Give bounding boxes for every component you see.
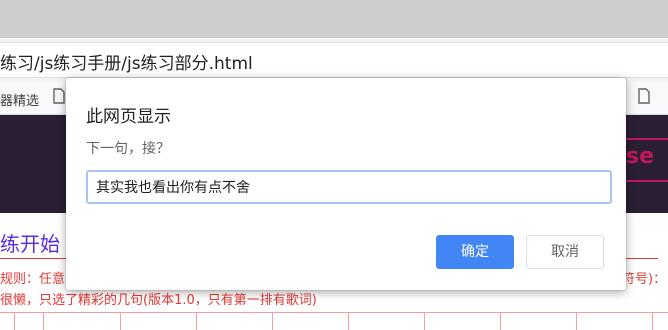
rule-text-line-2: 很懒，只选了精彩的几句(版本1.0，只有第一排有歌词) [0,293,317,308]
page-heading: 练开始 [0,232,60,256]
browser-tab-strip [0,0,668,38]
dialog-title: 此网页显示 [86,107,171,127]
lyrics-grid-cell [196,312,197,330]
page-icon[interactable] [53,88,65,104]
cancel-button[interactable]: 取消 [526,235,604,269]
page-badge-text: se [626,144,655,169]
prompt-input[interactable] [86,170,612,204]
dialog-message: 下一句，接？ [86,141,170,157]
address-bar[interactable]: 练习/js练习手册/js练习部分.html [0,42,668,78]
rule-text-line-1-end: 符号)： [622,272,667,287]
lyrics-grid-cell [576,312,577,330]
rule-text-line-1: 规则：任意 [0,272,66,287]
lyrics-grid-cell [43,312,44,330]
lyrics-grid-cell [272,312,273,330]
lyrics-grid-cell [500,312,501,330]
bookmark-item[interactable]: 器精选 [0,90,39,109]
ok-button[interactable]: 确定 [436,235,514,269]
page-icon[interactable] [638,88,650,104]
address-bar-url[interactable]: 练习/js练习手册/js练习部分.html [0,49,253,74]
lyrics-grid-cell [120,312,121,330]
lyrics-grid-cell [652,312,653,330]
lyrics-grid-cell [14,312,15,330]
lyrics-grid-cell [424,312,425,330]
lyrics-grid-border [0,312,668,313]
lyrics-grid-cell [348,312,349,330]
prompt-dialog: 此网页显示 下一句，接？ 确定 取消 [66,78,626,290]
